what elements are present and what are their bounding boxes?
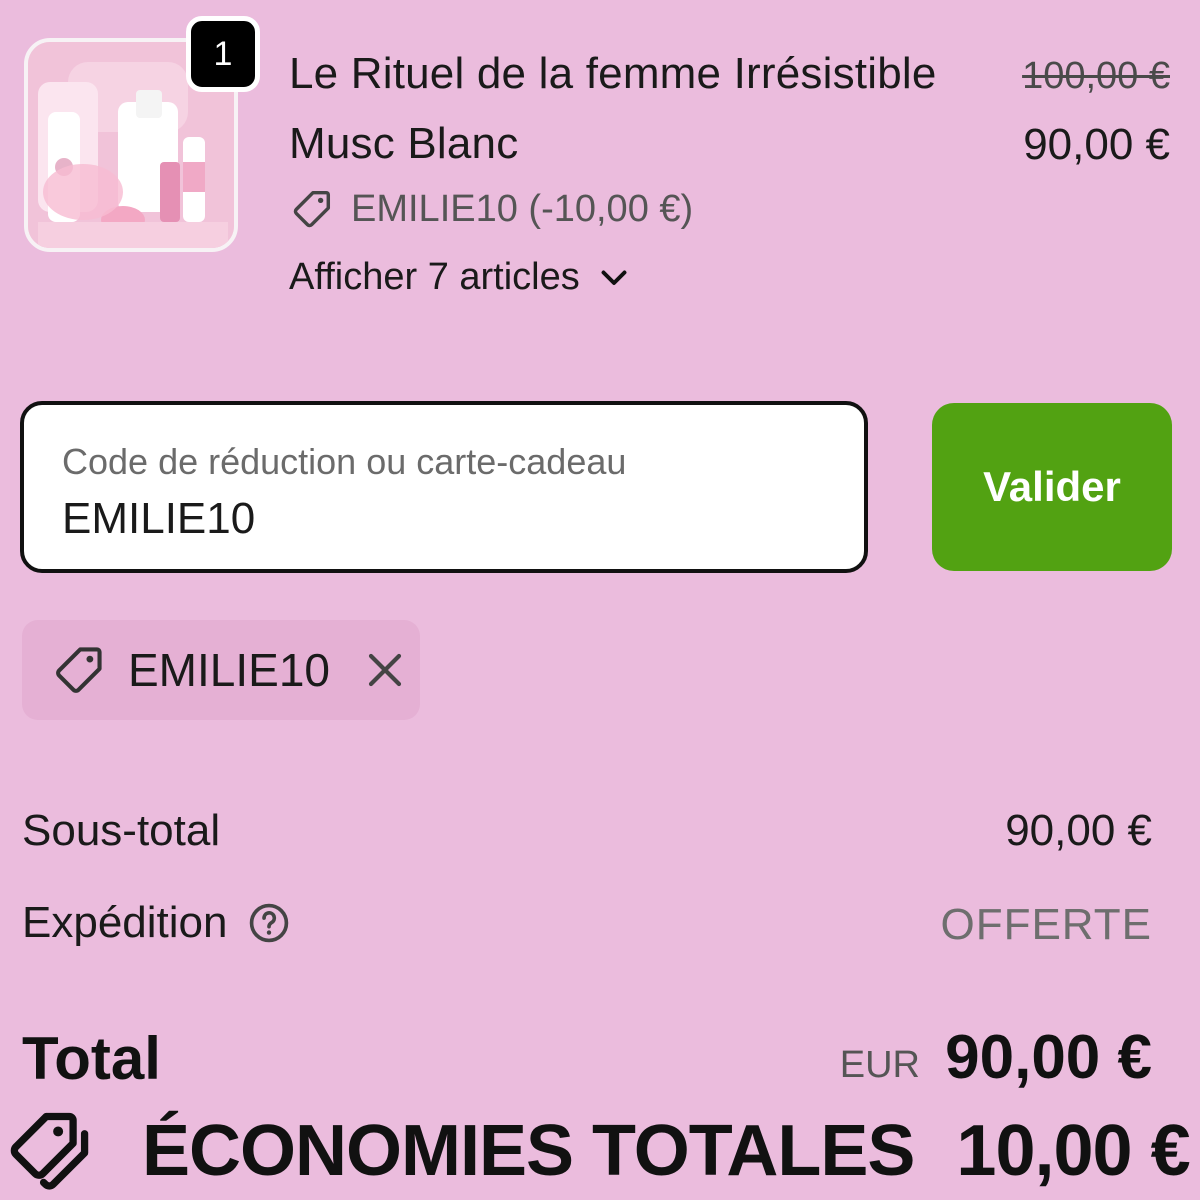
show-items-toggle[interactable]: Afficher 7 articles <box>289 254 632 300</box>
validate-button[interactable]: Valider <box>932 403 1172 571</box>
original-price: 100,00 € <box>1022 55 1170 97</box>
applied-code-chip: EMILIE10 <box>22 620 420 720</box>
discount-code-input[interactable] <box>62 491 822 547</box>
shipping-label: Expédition <box>22 898 228 947</box>
savings-label: ÉCONOMIES TOTALES <box>142 1111 915 1191</box>
shipping-value: OFFERTE <box>940 900 1152 949</box>
total-savings: ÉCONOMIES TOTALES 10,00 € <box>6 1104 1191 1198</box>
product-title-line-2: Musc Blanc <box>289 119 519 168</box>
shipping-row: Expédition <box>22 898 291 948</box>
subtotal-value: 90,00 € <box>1005 806 1152 855</box>
chevron-down-icon <box>601 270 627 285</box>
total-label: Total <box>22 1025 161 1092</box>
subtotal-label: Sous-total <box>22 806 221 855</box>
applied-code-label: EMILIE10 <box>128 644 330 696</box>
discounted-price: 90,00 € <box>1023 120 1170 169</box>
tags-icon <box>10 1112 89 1190</box>
item-discount: EMILIE10 (-10,00 €) <box>289 184 693 234</box>
tag-icon <box>56 647 102 693</box>
product-title-line-1: Le Rituel de la femme Irrésistible <box>289 49 937 98</box>
discount-code-field[interactable]: Code de réduction ou carte-cadeau <box>20 401 868 573</box>
help-circle-icon[interactable] <box>247 901 291 945</box>
show-items-label: Afficher 7 articles <box>289 255 580 298</box>
discount-code-label: Code de réduction ou carte-cadeau <box>62 441 627 482</box>
savings-value: 10,00 € <box>956 1111 1190 1191</box>
total-currency: EUR <box>839 1044 920 1086</box>
item-discount-label: EMILIE10 (-10,00 €) <box>351 187 694 230</box>
tag-icon <box>293 190 331 228</box>
total-value: 90,00 € <box>945 1023 1152 1092</box>
close-icon[interactable] <box>364 649 406 691</box>
quantity-badge: 1 <box>186 16 260 92</box>
